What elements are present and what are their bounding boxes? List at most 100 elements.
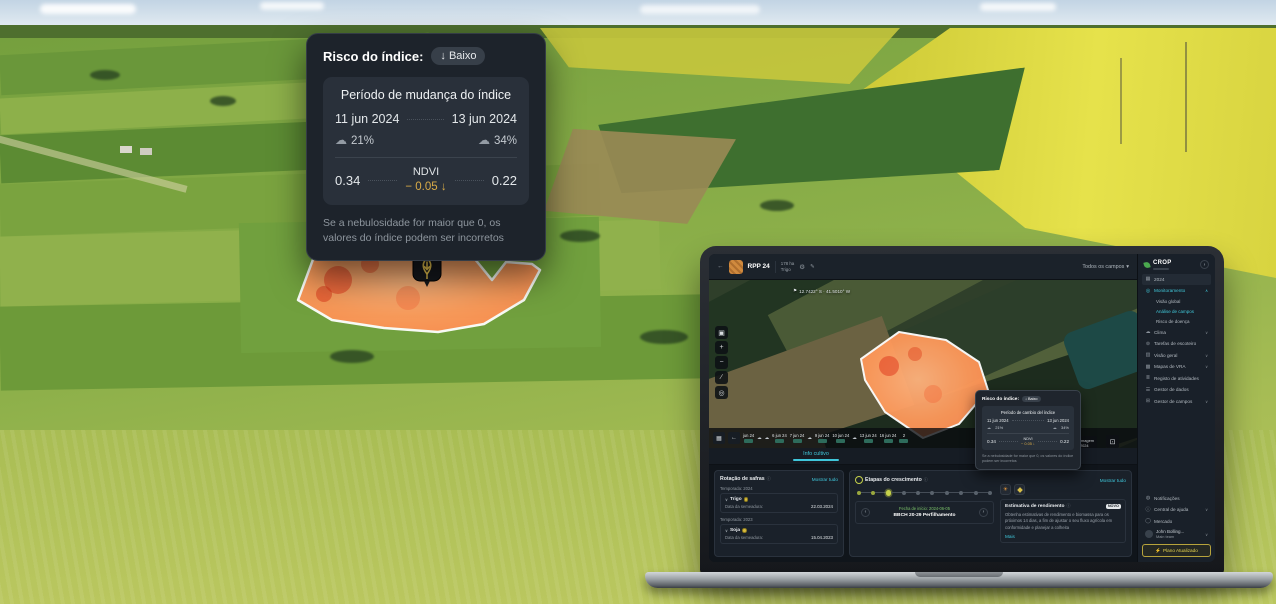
zoom-out-button[interactable]: − xyxy=(715,356,728,369)
dotted-divider xyxy=(407,119,443,120)
index-change-card: Período de mudança do índice 11 jun 2024… xyxy=(323,77,529,205)
logo-text: CROP xyxy=(1153,260,1172,267)
ndvi-badge xyxy=(884,439,893,443)
cloud-shape xyxy=(40,4,136,14)
upgraded-plan-button[interactable]: ⚡ Plano Atualizado xyxy=(1142,544,1211,557)
sidebar-item-notifications[interactable]: ◍Notificações xyxy=(1142,493,1211,505)
ndvi-center: NDVI − 0.05 ↓ xyxy=(405,166,446,194)
sidebar-item-field-analysis[interactable]: Análise de campos xyxy=(1142,307,1211,317)
stage-prev-button[interactable]: ‹ xyxy=(861,508,870,517)
chevron-down-icon: ▾ xyxy=(1126,264,1129,270)
arrow-left-icon: ← xyxy=(731,435,737,441)
sidebar-item-scouting[interactable]: ⊚Tarefas de escoteiro xyxy=(1142,338,1211,350)
map-layer-chips: ☀ xyxy=(1000,484,1126,495)
timeline-date[interactable]: jun 24 xyxy=(743,433,754,443)
ndvi-badge xyxy=(836,439,845,443)
yield-description: Obtenha estimativas de rendimento e biom… xyxy=(1005,512,1121,531)
ndvi-to: 0.22 xyxy=(492,173,517,188)
info-icon: ⓘ xyxy=(1067,503,1071,509)
cloud-icon: ☁ xyxy=(335,133,347,147)
fields-dropdown[interactable]: Todos os campos ▾ xyxy=(1082,264,1129,270)
timeline-date[interactable]: 16 jun 24 xyxy=(880,433,897,443)
laptop-mockup: ← RPP 24 178 ha Trigo ⚙ ✎ Todos os campo… xyxy=(700,246,1224,574)
sidebar-item-season[interactable]: ▦2024 xyxy=(1142,274,1211,286)
tab-info-cultivo[interactable]: Info cultivo xyxy=(709,448,923,464)
sidebar-item-fields-manager[interactable]: ⊞Gestor de campos∨ xyxy=(1142,396,1211,408)
tree-cluster xyxy=(90,70,120,80)
fullscreen-button[interactable]: ⊡ xyxy=(1106,435,1119,448)
sidebar-item-monitoring[interactable]: ◎Monitoramento∧ xyxy=(1142,285,1211,297)
ruler-icon: ∕ xyxy=(721,374,722,381)
show-all-link[interactable]: Mostrar tudo xyxy=(812,477,838,482)
sidebar-item-weather[interactable]: ☁Clima∨ xyxy=(1142,327,1211,339)
ndvi-badge xyxy=(818,439,827,443)
measure-button[interactable]: ∕ xyxy=(715,371,728,384)
sowing-label: Data da semeadura: xyxy=(725,535,763,540)
fields-icon: ⊞ xyxy=(1145,398,1151,404)
index-change-card: Período de cambio del índice 11 jun 2024… xyxy=(982,406,1074,450)
team-name: Main team xyxy=(1156,534,1184,539)
sidebar-item-marketplace[interactable]: ◯Mercado xyxy=(1142,516,1211,528)
cloud-icon: ☁ xyxy=(765,435,770,441)
dotted-divider xyxy=(1012,420,1045,421)
stage-next-button[interactable]: › xyxy=(979,508,988,517)
chevron-left-icon: ‹ xyxy=(865,509,867,515)
compare-view-button[interactable]: ▣ xyxy=(715,326,728,339)
tree-cluster xyxy=(210,96,236,106)
bell-icon: ◍ xyxy=(1145,495,1151,501)
more-link[interactable]: Mais xyxy=(1005,534,1121,539)
crop-row[interactable]: ∨ Soja Data da semeadura: 15.04.2023 xyxy=(720,524,838,544)
stage-line xyxy=(949,492,959,493)
crop-row[interactable]: ∨ Trigo Data da semeadura: 22.03.2024 xyxy=(720,493,838,513)
cloudiness-note: Se a nebulosidade for maior que 0, os va… xyxy=(323,216,529,245)
timeline-date[interactable]: 2 xyxy=(899,433,908,443)
sidebar-item-vra-maps[interactable]: ▩Mapas de VRA∨ xyxy=(1142,361,1211,373)
timeline-date[interactable]: 7 jun 24 xyxy=(790,433,805,443)
sidebar-item-disease-risk[interactable]: Risco de doença xyxy=(1142,317,1211,327)
sidebar-item-data-manager[interactable]: ☰Gestor de dados xyxy=(1142,384,1211,396)
sidebar-item-global-view[interactable]: Visão global xyxy=(1142,297,1211,307)
period-title: Período de cambio del índice xyxy=(987,410,1069,415)
season-label: Temporada: 2024 xyxy=(720,486,838,491)
growth-progress-dots xyxy=(857,490,992,496)
cloud-icon: ☁ xyxy=(1053,425,1057,430)
farm-building xyxy=(120,146,132,153)
dotted-divider xyxy=(999,441,1018,442)
show-all-link[interactable]: Mostrar tudo xyxy=(1100,478,1126,483)
timeline-date[interactable]: 6 jun 24 xyxy=(772,433,787,443)
ndvi-badge xyxy=(744,439,753,443)
sidebar-collapse-button[interactable]: › xyxy=(1200,260,1209,269)
app-logo: CROP › xyxy=(1142,258,1211,274)
sidebar-item-overview[interactable]: ▥Visão geral∨ xyxy=(1142,350,1211,362)
cloud-icon: ☁ xyxy=(757,435,762,441)
cloud-icon: ☁ xyxy=(1145,329,1151,335)
globe-icon: ◯ xyxy=(1145,518,1151,524)
locate-button[interactable]: ◎ xyxy=(715,386,728,399)
panel-title: Estimativa de rendimento xyxy=(1005,504,1065,509)
pencil-icon[interactable]: ✎ xyxy=(810,264,815,270)
timeline-date[interactable]: 9 jun 24 xyxy=(815,433,830,443)
stage-dot xyxy=(988,491,992,495)
gear-icon[interactable]: ⚙ xyxy=(799,263,805,271)
timeline-prev-button[interactable]: ← xyxy=(728,432,740,444)
app-sidebar: CROP › ▦2024 ◎Monitoramento∧ Visão globa… xyxy=(1137,254,1215,562)
timeline-date[interactable]: 10 jun 24 xyxy=(832,433,849,443)
marker-chip[interactable] xyxy=(1014,484,1025,495)
stage-line xyxy=(906,492,916,493)
sidebar-item-help-center[interactable]: ⓘCentral de ajuda∨ xyxy=(1142,504,1211,516)
back-icon[interactable]: ← xyxy=(717,263,724,270)
sowing-date: 22.03.2024 xyxy=(811,504,833,509)
sun-chip[interactable]: ☀ xyxy=(1000,484,1011,495)
stage-name: BBCH 20-29 Perfilhamento xyxy=(874,512,975,519)
chevron-down-icon: ∨ xyxy=(725,497,728,502)
sidebar-item-activity-log[interactable]: ≣Registo de atividades xyxy=(1142,373,1211,385)
zoom-in-button[interactable]: + xyxy=(715,341,728,354)
divider xyxy=(987,433,1069,434)
chevron-down-icon: ∨ xyxy=(1205,364,1208,369)
timeline-date[interactable]: 13 jun 24 xyxy=(860,433,877,443)
calendar-icon: ▦ xyxy=(716,435,722,442)
calendar-button[interactable]: ▦ xyxy=(713,432,725,444)
locate-icon: ◎ xyxy=(718,389,724,397)
logo-subtext xyxy=(1153,268,1169,270)
user-account[interactable]: John Bolling... Main team ∨ xyxy=(1142,527,1211,541)
